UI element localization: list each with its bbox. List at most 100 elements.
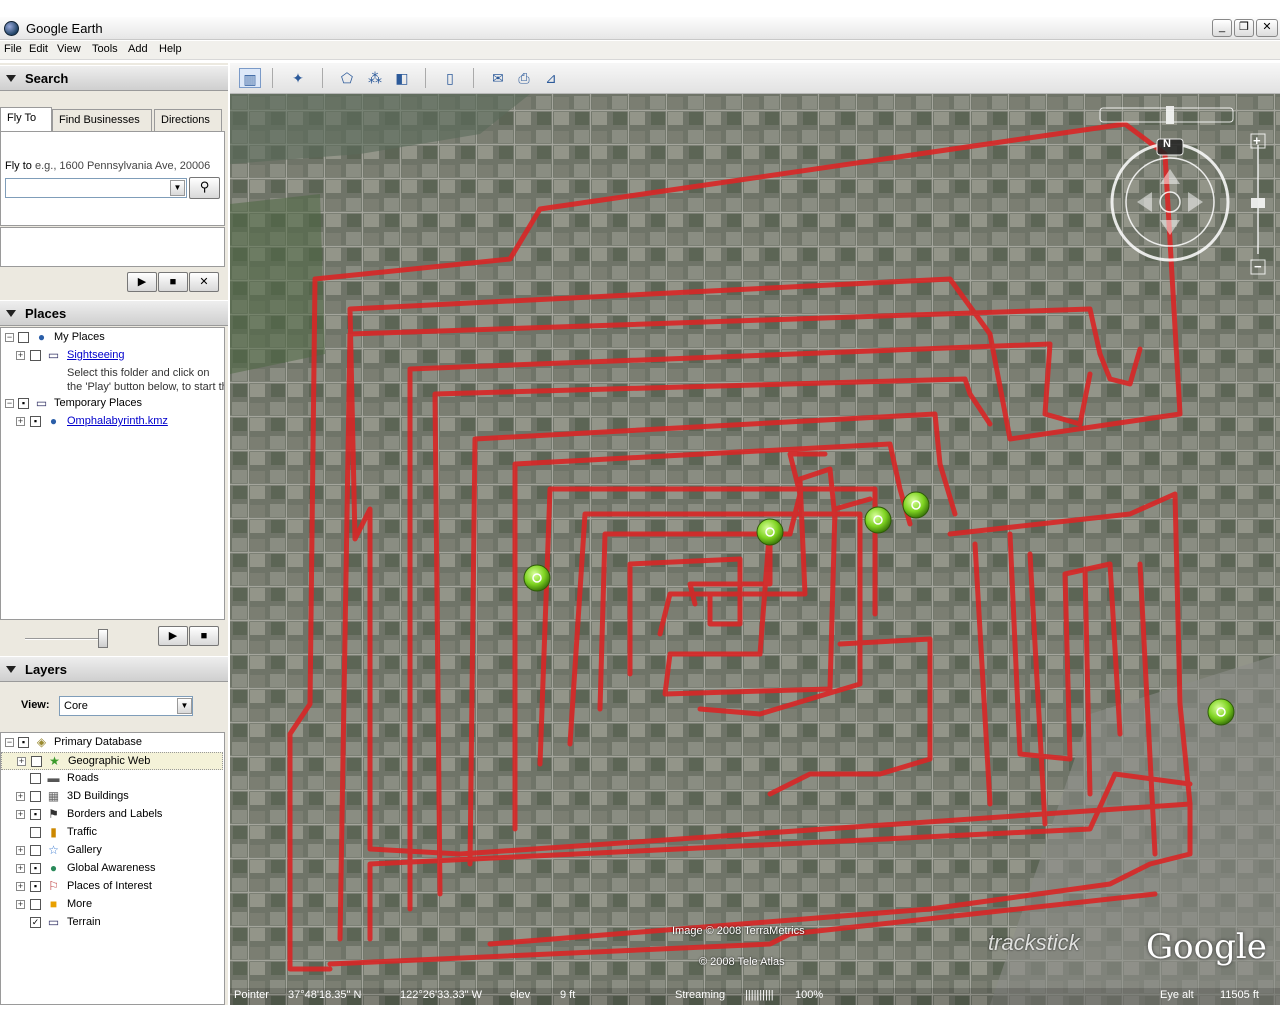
checkbox-partial[interactable]: ▪ bbox=[18, 737, 29, 748]
expand-toggle-icon[interactable]: + bbox=[16, 417, 25, 426]
menu-view[interactable]: View bbox=[57, 43, 81, 55]
checkbox[interactable] bbox=[30, 773, 41, 784]
tree-item-my-places[interactable]: − ● My Places bbox=[1, 329, 224, 347]
tree-item-sightseeing[interactable]: + ▭ Sightseeing bbox=[1, 347, 224, 365]
google-earth-icon bbox=[4, 21, 19, 36]
collapse-toggle-icon[interactable]: − bbox=[5, 399, 14, 408]
expand-toggle-icon[interactable]: + bbox=[16, 792, 25, 801]
search-panel-header[interactable]: Search bbox=[0, 65, 228, 91]
menu-help[interactable]: Help bbox=[159, 43, 182, 55]
expand-toggle-icon[interactable]: + bbox=[16, 351, 25, 360]
checkbox[interactable] bbox=[30, 350, 41, 361]
waypoint-marker[interactable] bbox=[1207, 698, 1235, 726]
add-image-overlay-icon[interactable]: ◧ bbox=[391, 68, 413, 88]
add-path-icon[interactable]: ⁂ bbox=[364, 68, 386, 88]
kmz-globe-icon: ● bbox=[49, 414, 58, 428]
checkbox-partial[interactable]: ▪ bbox=[30, 863, 41, 874]
layers-panel-header[interactable]: Layers bbox=[0, 656, 228, 682]
view-dropdown-arrow[interactable]: ▼ bbox=[177, 698, 192, 714]
print-icon[interactable]: ⎙ bbox=[513, 68, 535, 88]
folder-icon: ▭ bbox=[35, 396, 48, 410]
places-panel-header[interactable]: Places bbox=[0, 300, 228, 326]
layer-places-of-interest[interactable]: + ▪ ⚐ Places of Interest bbox=[1, 878, 224, 896]
add-placemark-icon[interactable]: ✦ bbox=[287, 68, 309, 88]
slider-handle[interactable] bbox=[98, 629, 108, 648]
eye-altitude-label: Eye alt bbox=[1160, 989, 1194, 1001]
toolbar-separator bbox=[473, 68, 474, 88]
close-button[interactable]: ✕ bbox=[1256, 19, 1278, 37]
play-places-button[interactable]: ▶ bbox=[158, 626, 188, 646]
waypoint-marker[interactable] bbox=[902, 491, 930, 519]
checkbox[interactable] bbox=[30, 899, 41, 910]
play-tour-button[interactable]: ▶ bbox=[127, 272, 157, 292]
checkbox-partial[interactable]: ▪ bbox=[18, 398, 29, 409]
checkbox-checked[interactable]: ✓ bbox=[30, 917, 41, 928]
layer-roads[interactable]: ▬ Roads bbox=[1, 770, 224, 788]
latitude-readout: 37°48'18.35" N bbox=[288, 989, 362, 1001]
add-polygon-icon[interactable]: ⬠ bbox=[336, 68, 358, 88]
checkbox[interactable] bbox=[18, 332, 29, 343]
waypoint-marker[interactable] bbox=[864, 506, 892, 534]
streaming-label: Streaming bbox=[675, 989, 726, 1001]
layers-view-select[interactable]: Core bbox=[59, 696, 193, 716]
sidebar-toggle-icon[interactable]: ▥ bbox=[239, 68, 261, 88]
google-maps-icon[interactable]: ⊿ bbox=[540, 68, 562, 88]
tab-directions[interactable]: Directions bbox=[154, 109, 222, 131]
checkbox[interactable] bbox=[30, 827, 41, 838]
layer-borders-labels[interactable]: + ▪ ⚑ Borders and Labels bbox=[1, 806, 224, 824]
tree-item-temporary-places[interactable]: − ▪ ▭ Temporary Places bbox=[1, 395, 224, 413]
layer-3d-buildings[interactable]: + ▦ 3D Buildings bbox=[1, 788, 224, 806]
fly-to-input[interactable] bbox=[5, 178, 187, 198]
tour-speed-slider[interactable] bbox=[25, 638, 105, 640]
collapse-toggle-icon[interactable]: − bbox=[5, 333, 14, 342]
zoom-slider-handle[interactable] bbox=[1251, 198, 1265, 208]
map-canvas[interactable] bbox=[230, 94, 1280, 1005]
map-view[interactable]: N + − Image © 2008 TerraMetrics © 2008 T… bbox=[230, 94, 1280, 1005]
menu-add[interactable]: Add bbox=[128, 43, 148, 55]
email-icon[interactable]: ✉ bbox=[487, 68, 509, 88]
menu-edit[interactable]: Edit bbox=[29, 43, 48, 55]
checkbox[interactable] bbox=[30, 845, 41, 856]
menu-file[interactable]: File bbox=[4, 43, 22, 55]
folder-icon: ▭ bbox=[47, 348, 60, 362]
checkbox[interactable] bbox=[31, 756, 42, 767]
magnifier-icon: ⚲ bbox=[199, 179, 210, 194]
tree-item-omphalabyrinth[interactable]: + ▪ ● Omphalabyrinth.kmz bbox=[1, 413, 224, 431]
collapse-triangle-icon bbox=[6, 310, 16, 317]
tilt-slider-handle[interactable] bbox=[1166, 106, 1174, 124]
checkbox-partial[interactable]: ▪ bbox=[30, 809, 41, 820]
checkbox-partial[interactable]: ▪ bbox=[30, 881, 41, 892]
layer-terrain[interactable]: ✓ ▭ Terrain bbox=[1, 914, 224, 932]
maximize-button[interactable]: ❐ bbox=[1234, 19, 1254, 37]
clear-search-button[interactable]: ✕ bbox=[189, 272, 219, 292]
checkbox-partial[interactable]: ▪ bbox=[30, 416, 41, 427]
stop-places-button[interactable]: ■ bbox=[189, 626, 219, 646]
expand-toggle-icon[interactable]: + bbox=[16, 900, 25, 909]
expand-toggle-icon[interactable]: + bbox=[16, 882, 25, 891]
tab-fly-to[interactable]: Fly To bbox=[0, 107, 52, 131]
layer-more[interactable]: + ■ More bbox=[1, 896, 224, 914]
layer-gallery[interactable]: + ☆ Gallery bbox=[1, 842, 224, 860]
expand-toggle-icon[interactable]: + bbox=[16, 846, 25, 855]
tele-atlas-credit: © 2008 Tele Atlas bbox=[699, 956, 785, 968]
fly-to-dropdown-arrow[interactable]: ▼ bbox=[170, 180, 185, 196]
layer-global-awareness[interactable]: + ▪ ● Global Awareness bbox=[1, 860, 224, 878]
expand-toggle-icon[interactable]: + bbox=[17, 757, 26, 766]
expand-toggle-icon[interactable]: + bbox=[16, 810, 25, 819]
minimize-button[interactable]: _ bbox=[1212, 19, 1232, 37]
expand-toggle-icon[interactable]: + bbox=[16, 864, 25, 873]
layer-geographic-web[interactable]: + ★ Geographic Web bbox=[1, 752, 223, 770]
checkbox[interactable] bbox=[30, 791, 41, 802]
collapse-toggle-icon[interactable]: − bbox=[5, 738, 14, 747]
waypoint-marker[interactable] bbox=[756, 518, 784, 546]
streaming-progress-bars: |||||||||| bbox=[745, 989, 774, 1001]
stop-tour-button[interactable]: ■ bbox=[158, 272, 188, 292]
layer-primary-database[interactable]: − ▪ ◈ Primary Database bbox=[1, 734, 224, 752]
layer-traffic[interactable]: ▮ Traffic bbox=[1, 824, 224, 842]
ruler-icon[interactable]: ▯ bbox=[439, 68, 461, 88]
waypoint-marker[interactable] bbox=[523, 564, 551, 592]
pin-flag-icon: ⚐ bbox=[48, 879, 59, 893]
search-button[interactable]: ⚲ bbox=[189, 177, 220, 199]
tab-find-businesses[interactable]: Find Businesses bbox=[52, 109, 152, 131]
menu-tools[interactable]: Tools bbox=[92, 43, 118, 55]
